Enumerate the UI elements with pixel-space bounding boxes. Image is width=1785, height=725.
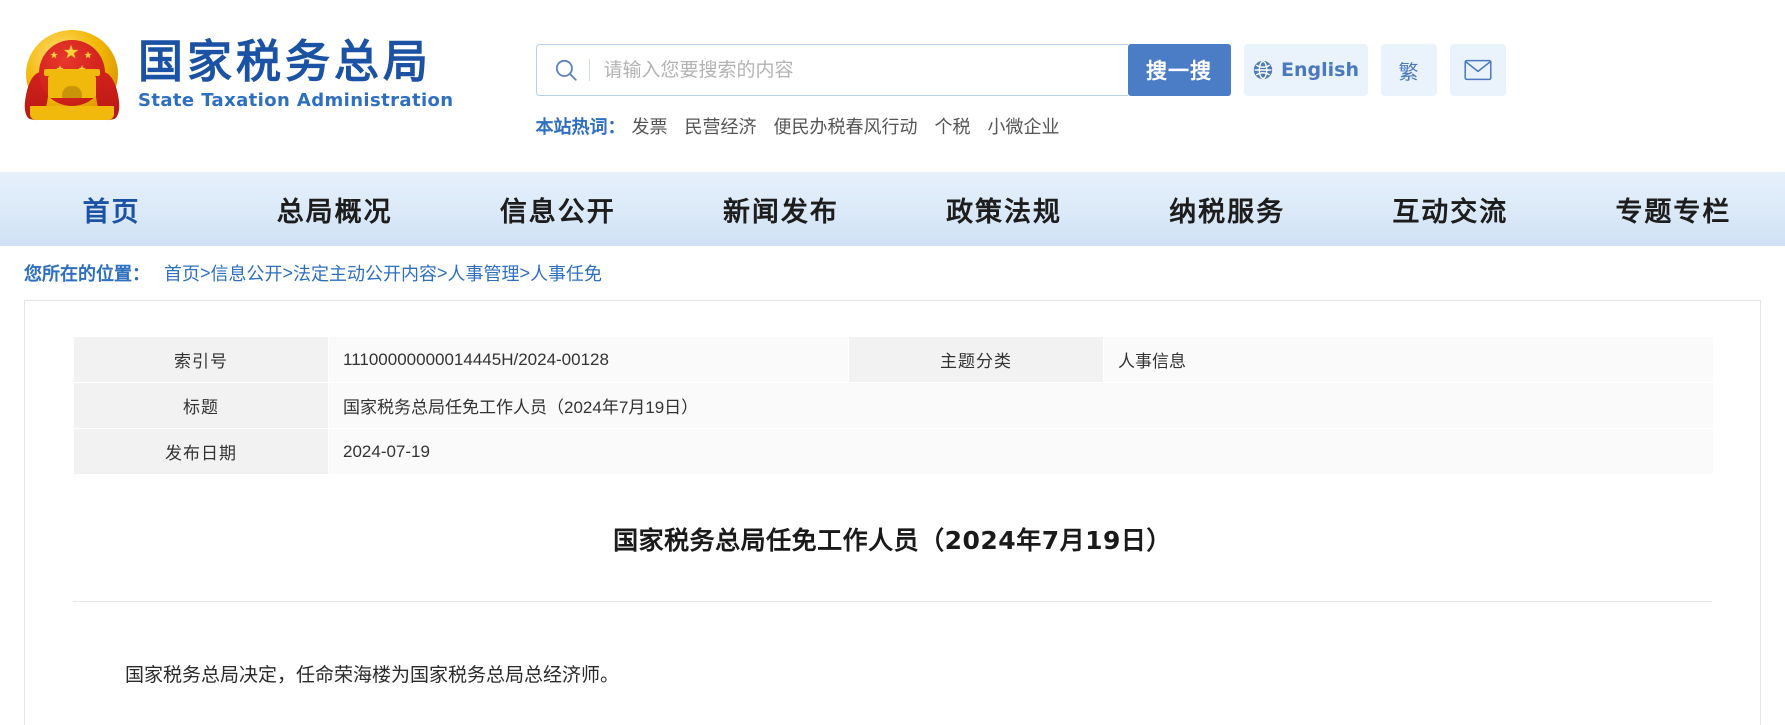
main-navigation: 首页 总局概况 信息公开 新闻发布 政策法规 纳税服务 互动交流 专题专栏 (0, 172, 1785, 246)
table-row: 标题 国家税务总局任免工作人员（2024年7月19日） (73, 382, 1714, 429)
hot-word-item[interactable]: 便民办税春风行动 (774, 113, 918, 139)
english-button[interactable]: English (1243, 44, 1368, 96)
search-box[interactable] (535, 44, 1128, 96)
article-body: 国家税务总局决定，任命荣海楼为国家税务总局总经济师。 (125, 664, 620, 686)
meta-value-title: 国家税务总局任免工作人员（2024年7月19日） (328, 382, 1714, 429)
mail-icon (1463, 59, 1492, 81)
meta-label-category: 主题分类 (848, 336, 1104, 383)
brand-title-cn: 国家税务总局 (138, 34, 433, 88)
nav-item-special[interactable]: 专题专栏 (1562, 190, 1785, 229)
hot-word-item[interactable]: 发票 (632, 113, 668, 139)
search-divider (588, 59, 590, 81)
hot-word-item[interactable]: 个税 (935, 113, 971, 139)
meta-value-index-number: 11100000000014445H/2024-00128 (328, 336, 849, 383)
nav-item-overview[interactable]: 总局概况 (223, 190, 446, 229)
breadcrumb: 您所在的位置： 首页 > 信息公开 > 法定主动公开内容 > 人事管理 > 人事… (0, 246, 1785, 300)
breadcrumb-label: 您所在的位置： (24, 264, 150, 284)
meta-value-publish-date: 2024-07-19 (328, 428, 1714, 475)
mail-button[interactable] (1449, 44, 1506, 96)
search-icon (555, 59, 577, 81)
brand-text: 国家税务总局 State Taxation Administration (138, 34, 454, 112)
national-emblem-icon: ★ ★ ★ ★ ★ (21, 26, 123, 122)
article-title: 国家税务总局任免工作人员（2024年7月19日） (613, 526, 1172, 555)
globe-icon (1253, 60, 1273, 80)
nav-item-disclosure[interactable]: 信息公开 (446, 190, 669, 229)
nav-item-home[interactable]: 首页 (0, 190, 223, 229)
search-button[interactable]: 搜一搜 (1127, 44, 1231, 96)
site-brand[interactable]: ★ ★ ★ ★ ★ 国家税务总局 State Taxation Administ… (21, 26, 454, 122)
metadata-table: 索引号 11100000000014445H/2024-00128 主题分类 人… (73, 336, 1714, 475)
nav-item-services[interactable]: 纳税服务 (1116, 190, 1339, 229)
breadcrumb-item-personnel[interactable]: 人事管理 (448, 260, 520, 286)
breadcrumb-separator: > (282, 262, 294, 283)
traditional-chinese-button[interactable]: 繁 (1380, 44, 1437, 96)
breadcrumb-item-disclosure[interactable]: 信息公开 (211, 260, 283, 286)
brand-title-en: State Taxation Administration (138, 90, 454, 112)
nav-item-interaction[interactable]: 互动交流 (1339, 190, 1562, 229)
hot-word-item[interactable]: 小微企业 (988, 113, 1060, 139)
table-row: 索引号 11100000000014445H/2024-00128 主题分类 人… (73, 336, 1714, 383)
breadcrumb-item-statutory[interactable]: 法定主动公开内容 (293, 260, 437, 286)
meta-label-title: 标题 (73, 382, 329, 429)
english-button-label: English (1281, 59, 1359, 81)
title-divider (73, 601, 1712, 602)
site-header: ★ ★ ★ ★ ★ 国家税务总局 State Taxation Administ… (0, 0, 1785, 172)
hot-word-item[interactable]: 民营经济 (685, 113, 757, 139)
breadcrumb-item-home[interactable]: 首页 (164, 260, 200, 286)
hot-words-row: 本站热词： 发票 民营经济 便民办税春风行动 个税 小微企业 (536, 113, 1506, 139)
hot-words-label: 本站热词： (535, 117, 626, 137)
breadcrumb-separator: > (437, 262, 448, 283)
meta-label-publish-date: 发布日期 (73, 428, 329, 475)
search-input[interactable] (603, 59, 1128, 81)
meta-value-category: 人事信息 (1103, 336, 1714, 383)
search-area: 搜一搜 English 繁 (535, 44, 1506, 139)
nav-item-news[interactable]: 新闻发布 (669, 190, 892, 229)
breadcrumb-item-appointments[interactable]: 人事任免 (530, 260, 602, 286)
breadcrumb-separator: > (519, 262, 531, 283)
nav-item-policy[interactable]: 政策法规 (893, 190, 1116, 229)
meta-label-index-number: 索引号 (73, 336, 329, 383)
content-card: 索引号 11100000000014445H/2024-00128 主题分类 人… (24, 300, 1761, 725)
search-row: 搜一搜 English 繁 (535, 44, 1506, 96)
table-row: 发布日期 2024-07-19 (73, 428, 1714, 475)
breadcrumb-separator: > (200, 262, 211, 283)
